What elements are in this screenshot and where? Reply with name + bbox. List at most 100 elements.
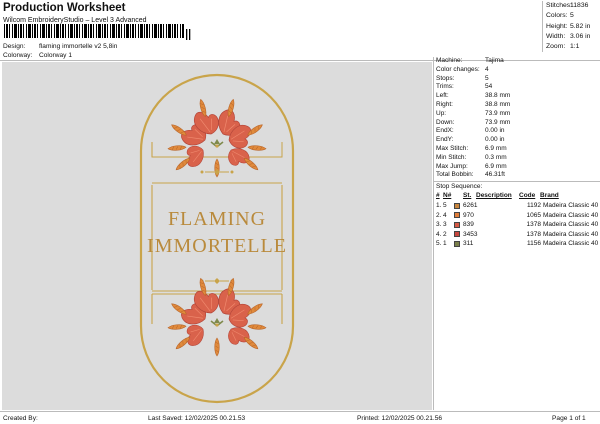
stat-label: Stitches: xyxy=(546,2,573,9)
thread-brand: Madeira Classic 40 xyxy=(543,211,599,219)
color-swatch xyxy=(454,212,460,219)
param-value: 4 xyxy=(485,65,489,73)
col-header-n: N# xyxy=(443,192,452,200)
stitch-count: 1065 xyxy=(526,211,541,219)
param-value: 0.00 in xyxy=(485,136,505,144)
param-row: Max Jump: 6.9 mm xyxy=(434,163,600,172)
stitch-count: 1378 xyxy=(526,230,541,238)
stat-label: Colors: xyxy=(546,12,568,20)
thread-code: 3453 xyxy=(463,230,478,238)
color-swatch xyxy=(454,202,460,209)
stat-row-width: Width: 3.06 in xyxy=(543,32,599,42)
param-label: Down: xyxy=(436,118,455,126)
stat-label: Width: xyxy=(546,32,566,40)
col-header-num: # xyxy=(436,192,440,200)
color-swatch xyxy=(454,240,460,247)
stop-num: 3. xyxy=(436,221,442,229)
stitch-count: 1156 xyxy=(527,240,541,248)
stop-row: 1. 5 6261 1192 Madeira Classic 40 xyxy=(434,201,600,211)
design-value: flaming immortelle v2 5,8in xyxy=(39,43,118,50)
machine-info-panel: Machine: Tajima Color changes: 4 Stops: 5 T… xyxy=(433,57,600,410)
footer-page: Page 1 of 1 xyxy=(552,415,586,422)
stop-sequence-table: # N# St. Description Code Brand 1. 5 6261 1… xyxy=(434,191,600,249)
param-value: 6.9 mm xyxy=(485,144,507,152)
param-value: 6.9 mm xyxy=(485,162,507,170)
embroidery-design: FLAMING IMMORTELLE xyxy=(139,73,295,404)
machine-params: Machine: Tajima Color changes: 4 Stops: 5 T… xyxy=(434,57,600,180)
stitch-count: 1192 xyxy=(527,202,541,210)
stat-row-stitches: Stitches: 11836 xyxy=(543,1,599,11)
stat-row-colors: Colors: 5 xyxy=(543,11,599,21)
thread-code: 6261 xyxy=(463,202,478,210)
param-label: Min Stitch: xyxy=(436,153,467,161)
stop-num: 5. xyxy=(436,240,442,248)
footer-created-by: Created By: xyxy=(3,415,38,422)
param-value: 54 xyxy=(485,83,493,91)
stat-label: Zoom: xyxy=(546,43,566,51)
param-row: Color changes: 4 xyxy=(434,66,600,75)
bottom-divider-ornament xyxy=(200,277,234,285)
param-row: EndY: 0.00 in xyxy=(434,136,600,145)
stat-value: 1:1 xyxy=(570,43,580,51)
param-label: Max Jump: xyxy=(436,162,468,170)
stop-row: 2. 4 970 1065 Madeira Classic 40 xyxy=(434,210,600,220)
stop-row: 4. 2 3453 1378 Madeira Classic 40 xyxy=(434,230,600,240)
design-label: Design: xyxy=(3,43,26,50)
colorway-value: Colorway 1 xyxy=(39,52,72,59)
param-value: 46.31ft xyxy=(485,171,505,179)
param-row: EndX: 0.00 in xyxy=(434,127,600,136)
stat-value: 3.06 in xyxy=(570,32,591,40)
stats-box: Stitches: 11836 Colors: 5 Height: 5.82 in W… xyxy=(542,1,599,53)
thread-code: 839 xyxy=(463,221,474,229)
param-row: Max Stitch: 6.9 mm xyxy=(434,145,600,154)
thread-code: 970 xyxy=(463,211,474,219)
param-value: 38.8 mm xyxy=(485,92,511,100)
param-label: Left: xyxy=(436,92,449,100)
param-row: Trims: 54 xyxy=(434,83,600,92)
needle-num: 3 xyxy=(443,221,447,229)
design-text-line2: IMMORTELLE xyxy=(147,235,287,257)
stitch-count: 1378 xyxy=(526,221,541,229)
param-value: 73.9 mm xyxy=(485,109,511,117)
param-row: Up: 73.9 mm xyxy=(434,110,600,119)
col-header-brand: Brand xyxy=(540,192,559,200)
design-row: Design: flaming immortelle v2 5,8in xyxy=(3,43,117,51)
stop-row: 3. 3 839 1378 Madeira Classic 40 xyxy=(434,220,600,230)
page-title: Production Worksheet xyxy=(3,2,126,14)
param-value: 0.3 mm xyxy=(485,153,507,161)
stop-num: 2. xyxy=(436,211,442,219)
param-row: Left: 38.8 mm xyxy=(434,92,600,101)
stat-label: Height: xyxy=(546,22,568,30)
barcode xyxy=(4,24,184,38)
stat-row-height: Height: 5.82 in xyxy=(543,22,599,32)
param-label: Total Bobbin: xyxy=(436,171,474,179)
param-label: Right: xyxy=(436,100,453,108)
param-label: EndX: xyxy=(436,127,454,135)
stop-sequence-title: Stop Sequence: xyxy=(434,181,600,191)
param-row: Min Stitch: 0.3 mm xyxy=(434,154,600,163)
stop-num: 4. xyxy=(436,230,442,238)
col-header-description: Description xyxy=(476,192,512,200)
color-swatch xyxy=(454,231,460,238)
param-label: Up: xyxy=(436,109,447,117)
footer-last-saved: Last Saved: 12/02/2025 00.21.53 xyxy=(148,415,246,422)
thread-brand: Madeira Classic 40 xyxy=(543,202,599,210)
stat-value: 11836 xyxy=(570,2,589,9)
param-value: Tajima xyxy=(485,57,504,64)
needle-num: 1 xyxy=(443,240,447,248)
param-value: 5 xyxy=(485,74,489,82)
colorway-row: Colorway: Colorway 1 xyxy=(3,52,72,60)
param-value: 0.00 in xyxy=(485,127,505,135)
worksheet-header: Production Worksheet Wilcom EmbroiderySt… xyxy=(3,2,538,25)
param-label: Color changes: xyxy=(436,65,480,73)
color-swatch xyxy=(454,221,460,228)
footer: Created By: Last Saved: 12/02/2025 00.21… xyxy=(0,411,600,424)
thread-brand: Madeira Classic 40 xyxy=(543,230,599,238)
bottom-flower-motif xyxy=(168,278,266,356)
thread-brand: Madeira Classic 40 xyxy=(543,240,599,248)
stat-row-zoom: Zoom: 1:1 xyxy=(543,42,599,52)
top-divider-ornament xyxy=(200,168,234,176)
param-row: Total Bobbin: 46.31ft xyxy=(434,171,600,180)
barcode-tail xyxy=(186,29,191,40)
param-label: Stops: xyxy=(436,74,455,82)
